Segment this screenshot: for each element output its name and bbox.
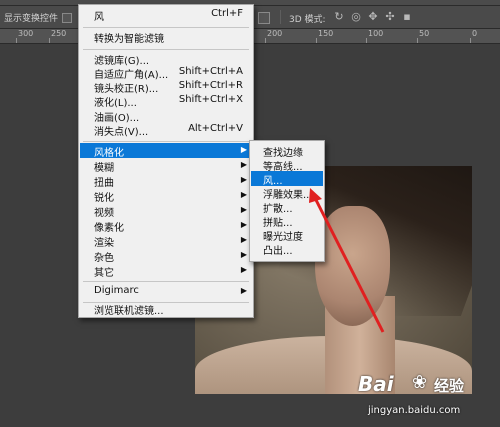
menu-item-liquify[interactable]: 液化(L)... Shift+Ctrl+X: [80, 93, 252, 109]
drag-3d-icon[interactable]: ✥: [366, 10, 380, 24]
menu-item-label: 渲染: [94, 238, 114, 249]
menu-item-pixelate[interactable]: 像素化 ▶: [80, 218, 252, 234]
submenu-arrow-icon: ▶: [240, 265, 247, 274]
submenu-item-diffuse[interactable]: 扩散...: [251, 199, 323, 215]
menu-item-label: 转换为智能滤镜: [94, 34, 164, 45]
submenu-arrow-icon: ▶: [240, 286, 247, 295]
menu-divider: [83, 49, 249, 50]
watermark-url: jingyan.baidu.com: [368, 405, 461, 416]
menu-item-last-filter[interactable]: 风 Ctrl+F: [80, 7, 252, 23]
rotate-3d-icon[interactable]: ↻: [332, 10, 346, 24]
submenu-arrow-icon: ▶: [240, 205, 247, 214]
menu-item-label: 风: [94, 12, 104, 23]
menu-item-label: 像素化: [94, 223, 124, 234]
submenu-arrow-icon: ▶: [240, 250, 247, 259]
menu-item-oil-paint[interactable]: 油画(O)...: [80, 108, 252, 124]
menu-item-label: 其它: [94, 268, 114, 279]
menu-item-distort[interactable]: 扭曲 ▶: [80, 173, 252, 189]
menu-item-label: 杂色: [94, 253, 114, 264]
submenu-arrow-icon: ▶: [240, 160, 247, 169]
submenu-item-extrude[interactable]: 凸出...: [251, 241, 323, 257]
watermark-logo: Bai: [358, 372, 394, 396]
submenu-arrow-icon: ▶: [240, 235, 247, 244]
menu-item-label: 风格化: [94, 148, 124, 159]
slide-3d-icon[interactable]: ✣: [383, 10, 397, 24]
show-transform-label: 显示变换控件: [4, 14, 59, 24]
ruler-tick: 200: [267, 29, 283, 38]
menu-item-label: 液化(L)...: [94, 98, 137, 109]
ruler-mark: [470, 38, 471, 43]
submenu-item-label: 凸出...: [263, 246, 293, 257]
submenu-item-emboss[interactable]: 浮雕效果...: [251, 185, 323, 201]
menu-item-shortcut: Shift+Ctrl+A: [178, 66, 243, 77]
submenu-item-find-edges[interactable]: 查找边缘: [251, 143, 323, 159]
menu-item-convert-smart-filter[interactable]: 转换为智能滤镜: [80, 29, 252, 45]
menu-item-other[interactable]: 其它 ▶: [80, 263, 252, 279]
menu-item-label: 锐化: [94, 193, 114, 204]
submenu-item-tiles[interactable]: 拼贴...: [251, 213, 323, 229]
align-button[interactable]: [258, 12, 270, 24]
menu-item-shortcut: Shift+Ctrl+R: [178, 80, 243, 91]
menu-divider: [83, 281, 249, 282]
ruler-tick: 0: [472, 29, 478, 38]
ruler-mark: [417, 38, 418, 43]
menu-item-shortcut: Ctrl+F: [211, 8, 243, 19]
menu-item-stylize[interactable]: 风格化 ▶: [80, 143, 252, 159]
submenu-item-wind[interactable]: 风...: [251, 171, 323, 187]
menu-divider: [83, 141, 249, 142]
menu-item-label: Digimarc: [94, 285, 139, 296]
watermark-logo-suffix: 经验: [434, 377, 465, 395]
menu-item-label: 模糊: [94, 163, 114, 174]
ruler-mark: [49, 38, 50, 43]
menu-item-sharpen[interactable]: 锐化 ▶: [80, 188, 252, 204]
ruler-tick: 300: [18, 29, 34, 38]
scale-3d-icon[interactable]: ▪: [400, 10, 414, 24]
paw-icon: ❀: [412, 372, 428, 393]
ruler-mark: [16, 38, 17, 43]
submenu-arrow-icon: ▶: [240, 220, 247, 229]
menu-item-label: 扭曲: [94, 178, 114, 189]
divider: [280, 10, 281, 24]
menu-item-video[interactable]: 视频 ▶: [80, 203, 252, 219]
menu-item-label: 视频: [94, 208, 114, 219]
submenu-arrow-icon: ▶: [240, 145, 247, 154]
menu-item-vanishing-point[interactable]: 消失点(V)... Alt+Ctrl+V: [80, 122, 252, 138]
menu-item-shortcut: Shift+Ctrl+X: [178, 94, 243, 105]
submenu-arrow-icon: ▶: [240, 175, 247, 184]
roll-3d-icon[interactable]: ◎: [349, 10, 363, 24]
ruler-tick: 50: [419, 29, 430, 38]
menu-item-blur[interactable]: 模糊 ▶: [80, 158, 252, 174]
menu-item-label: 浏览联机滤镜...: [94, 306, 164, 317]
stylize-submenu: 查找边缘 等高线... 风... 浮雕效果... 扩散... 拼贴... 曝光过…: [249, 140, 325, 262]
ruler-mark: [366, 38, 367, 43]
show-transform-checkbox[interactable]: [62, 13, 72, 23]
ruler-mark: [316, 38, 317, 43]
ruler-mark: [265, 38, 266, 43]
menu-item-adaptive-wide-angle[interactable]: 自适应广角(A)... Shift+Ctrl+A: [80, 65, 252, 81]
photo-face: [315, 206, 390, 326]
menu-item-browse-online-filters[interactable]: 浏览联机滤镜...: [80, 301, 252, 317]
ruler-tick: 100: [368, 29, 384, 38]
baidu-watermark: Bai ❀ 经验 jingyan.baidu.com: [358, 372, 498, 424]
ruler-tick: 150: [318, 29, 334, 38]
menu-item-label: 消失点(V)...: [94, 127, 149, 138]
menu-item-render[interactable]: 渲染 ▶: [80, 233, 252, 249]
menu-item-filter-gallery[interactable]: 滤镜库(G)...: [80, 51, 252, 67]
menu-item-shortcut: Alt+Ctrl+V: [188, 123, 243, 134]
submenu-arrow-icon: ▶: [240, 190, 247, 199]
menu-item-digimarc[interactable]: Digimarc ▶: [80, 284, 252, 299]
3d-mode-label: 3D 模式:: [289, 15, 326, 25]
filter-menu: 风 Ctrl+F 转换为智能滤镜 滤镜库(G)... 自适应广角(A)... S…: [78, 4, 254, 318]
menu-item-noise[interactable]: 杂色 ▶: [80, 248, 252, 264]
menu-item-lens-correction[interactable]: 镜头校正(R)... Shift+Ctrl+R: [80, 79, 252, 95]
ruler-tick: 250: [51, 29, 67, 38]
submenu-item-trace-contour[interactable]: 等高线...: [251, 157, 323, 173]
submenu-item-solarize[interactable]: 曝光过度: [251, 227, 323, 243]
menu-divider: [83, 27, 249, 28]
